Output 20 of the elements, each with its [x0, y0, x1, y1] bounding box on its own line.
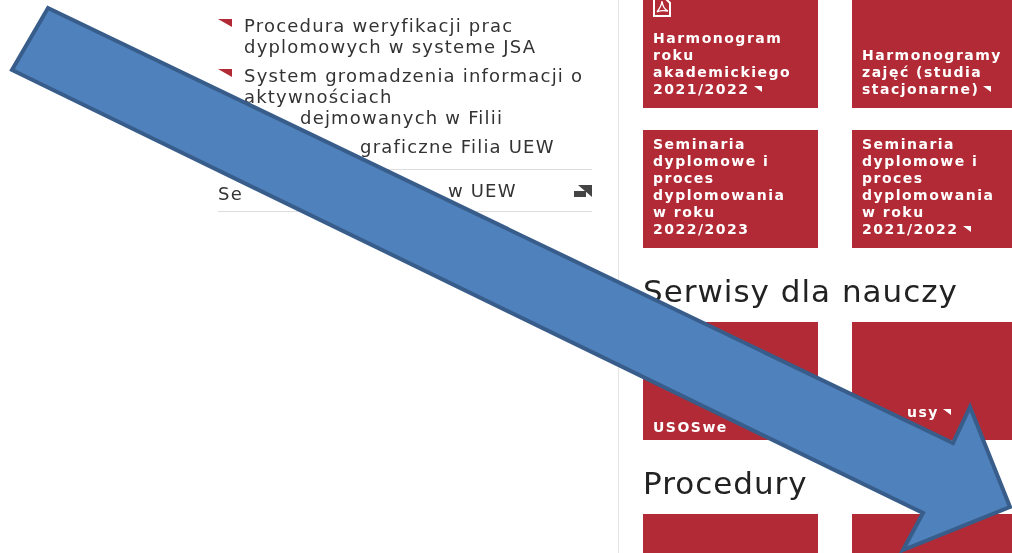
link-arrow-icon	[962, 226, 971, 232]
link-arrow-icon	[942, 409, 951, 415]
tile-link[interactable]: Seminaria dyplomowe i proces dyplomowania w roku 2022/2023	[643, 130, 818, 248]
section-heading: Procedury	[643, 468, 809, 499]
tile-link[interactable]: Harmonogram roku akademickiego 2021/2022	[643, 0, 818, 108]
sidebar-link[interactable]: w UEW	[447, 182, 517, 199]
bullet-icon	[218, 69, 232, 77]
sidebar-link[interactable]: Procedura weryfikacji prac dyplomowych w systeme JSA	[244, 15, 592, 57]
sidebar-link[interactable]: dejmowanych w Filii	[300, 107, 504, 128]
external-link-icon	[574, 184, 592, 197]
tile-link[interactable]: Seminaria dyplomowe i proces dyplomowania w roku 2021/2022	[852, 130, 1012, 248]
sidebar-link[interactable]: graficzne Filia UEW	[360, 136, 555, 157]
sidebar-link[interactable]: Se	[218, 185, 243, 202]
tile-link[interactable]: Harmonogramy zajęć (studia stacjonarne)	[852, 0, 1012, 108]
tile-link[interactable]: usy	[907, 404, 951, 421]
document-icon	[653, 0, 671, 17]
link-arrow-icon	[983, 86, 992, 92]
link-arrow-icon	[753, 86, 762, 92]
bullet-icon	[218, 19, 232, 27]
tile-link[interactable]: USOSwe	[653, 419, 728, 436]
